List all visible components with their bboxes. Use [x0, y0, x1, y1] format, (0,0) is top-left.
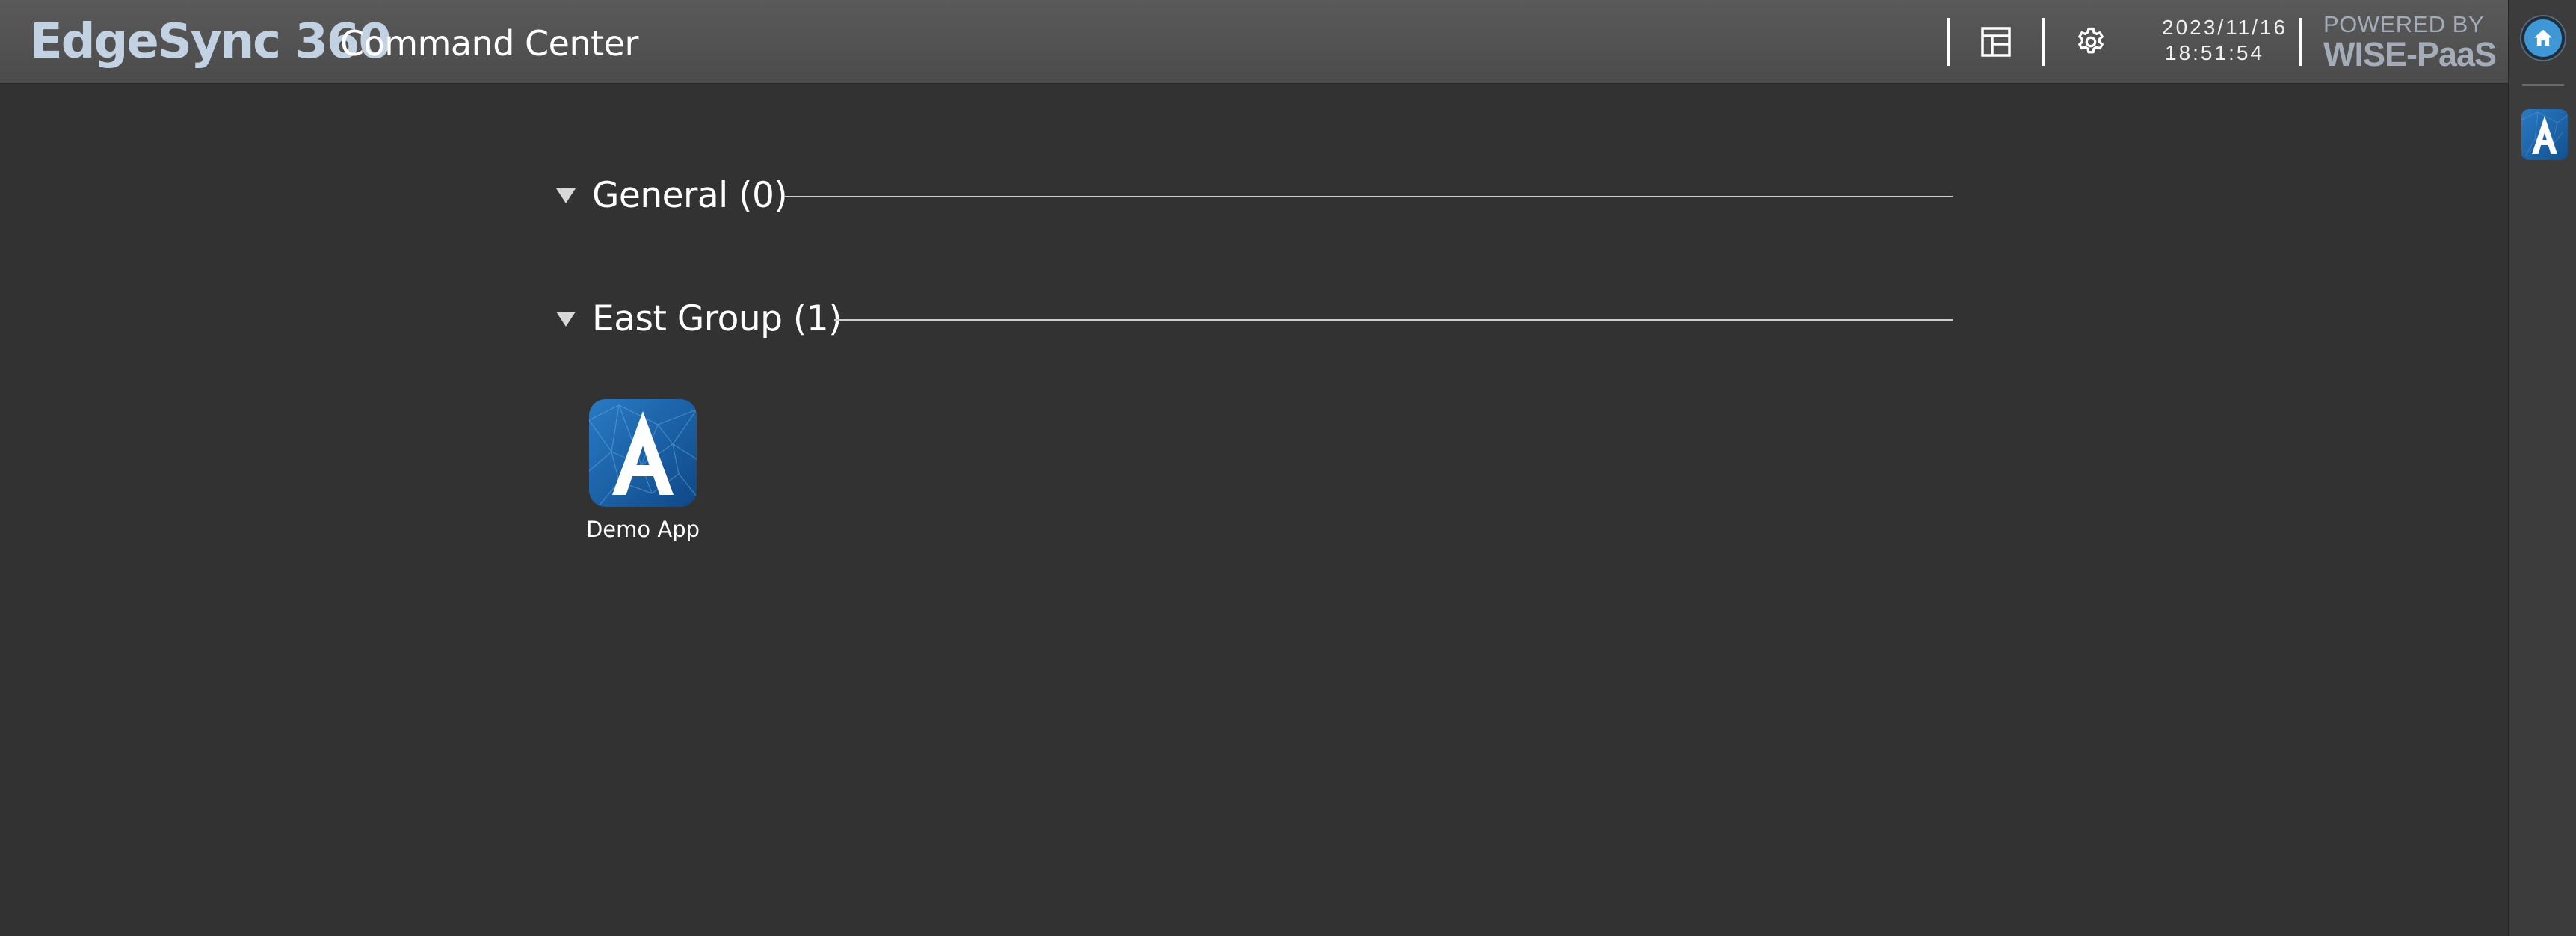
group-title: East Group (1) [592, 298, 842, 339]
collapse-triangle-icon[interactable] [556, 188, 576, 203]
powered-by-logo: POWERED BY WISE-PaaS [2323, 11, 2497, 73]
collapse-triangle-icon[interactable] [556, 312, 576, 327]
group-divider-line [834, 319, 1953, 321]
gear-icon [2078, 27, 2104, 54]
brand-title: EdgeSync 360 [30, 14, 392, 70]
app-a-icon [2521, 109, 2568, 160]
app-tile-demo[interactable]: Demo App [576, 396, 710, 553]
app-a-icon [589, 399, 697, 507]
header-divider [2299, 18, 2302, 66]
layout-icon [1981, 27, 2011, 57]
clock-time: 18:51:54 [2165, 41, 2264, 64]
home-icon [2534, 29, 2552, 46]
right-app-bar [2508, 0, 2576, 936]
group-title: General (0) [592, 175, 788, 216]
clock: 2023/11/16 18:51:54 [2162, 15, 2287, 66]
group-divider-line [785, 196, 1953, 197]
group-east[interactable]: East Group (1) [556, 295, 1953, 348]
app-bar-divider [2522, 84, 2564, 86]
platform-logo: WISE-PaaS [2323, 35, 2497, 73]
header-divider [2042, 18, 2045, 66]
home-button[interactable] [2521, 16, 2565, 60]
header-divider [1947, 18, 1950, 66]
settings-button[interactable] [2067, 18, 2115, 66]
layout-button[interactable] [1972, 18, 2020, 66]
app-shortcut[interactable] [2521, 109, 2568, 160]
powered-by-label: POWERED BY [2323, 11, 2485, 37]
app-label: Demo App [585, 517, 700, 542]
page-subtitle: Command Center [340, 23, 638, 64]
group-general[interactable]: General (0) [556, 172, 1953, 224]
top-header: EdgeSync 360 Command Center 2023/11/16 1… [0, 0, 2508, 84]
clock-date: 2023/11/16 [2162, 16, 2288, 39]
app-icon[interactable] [589, 399, 697, 507]
